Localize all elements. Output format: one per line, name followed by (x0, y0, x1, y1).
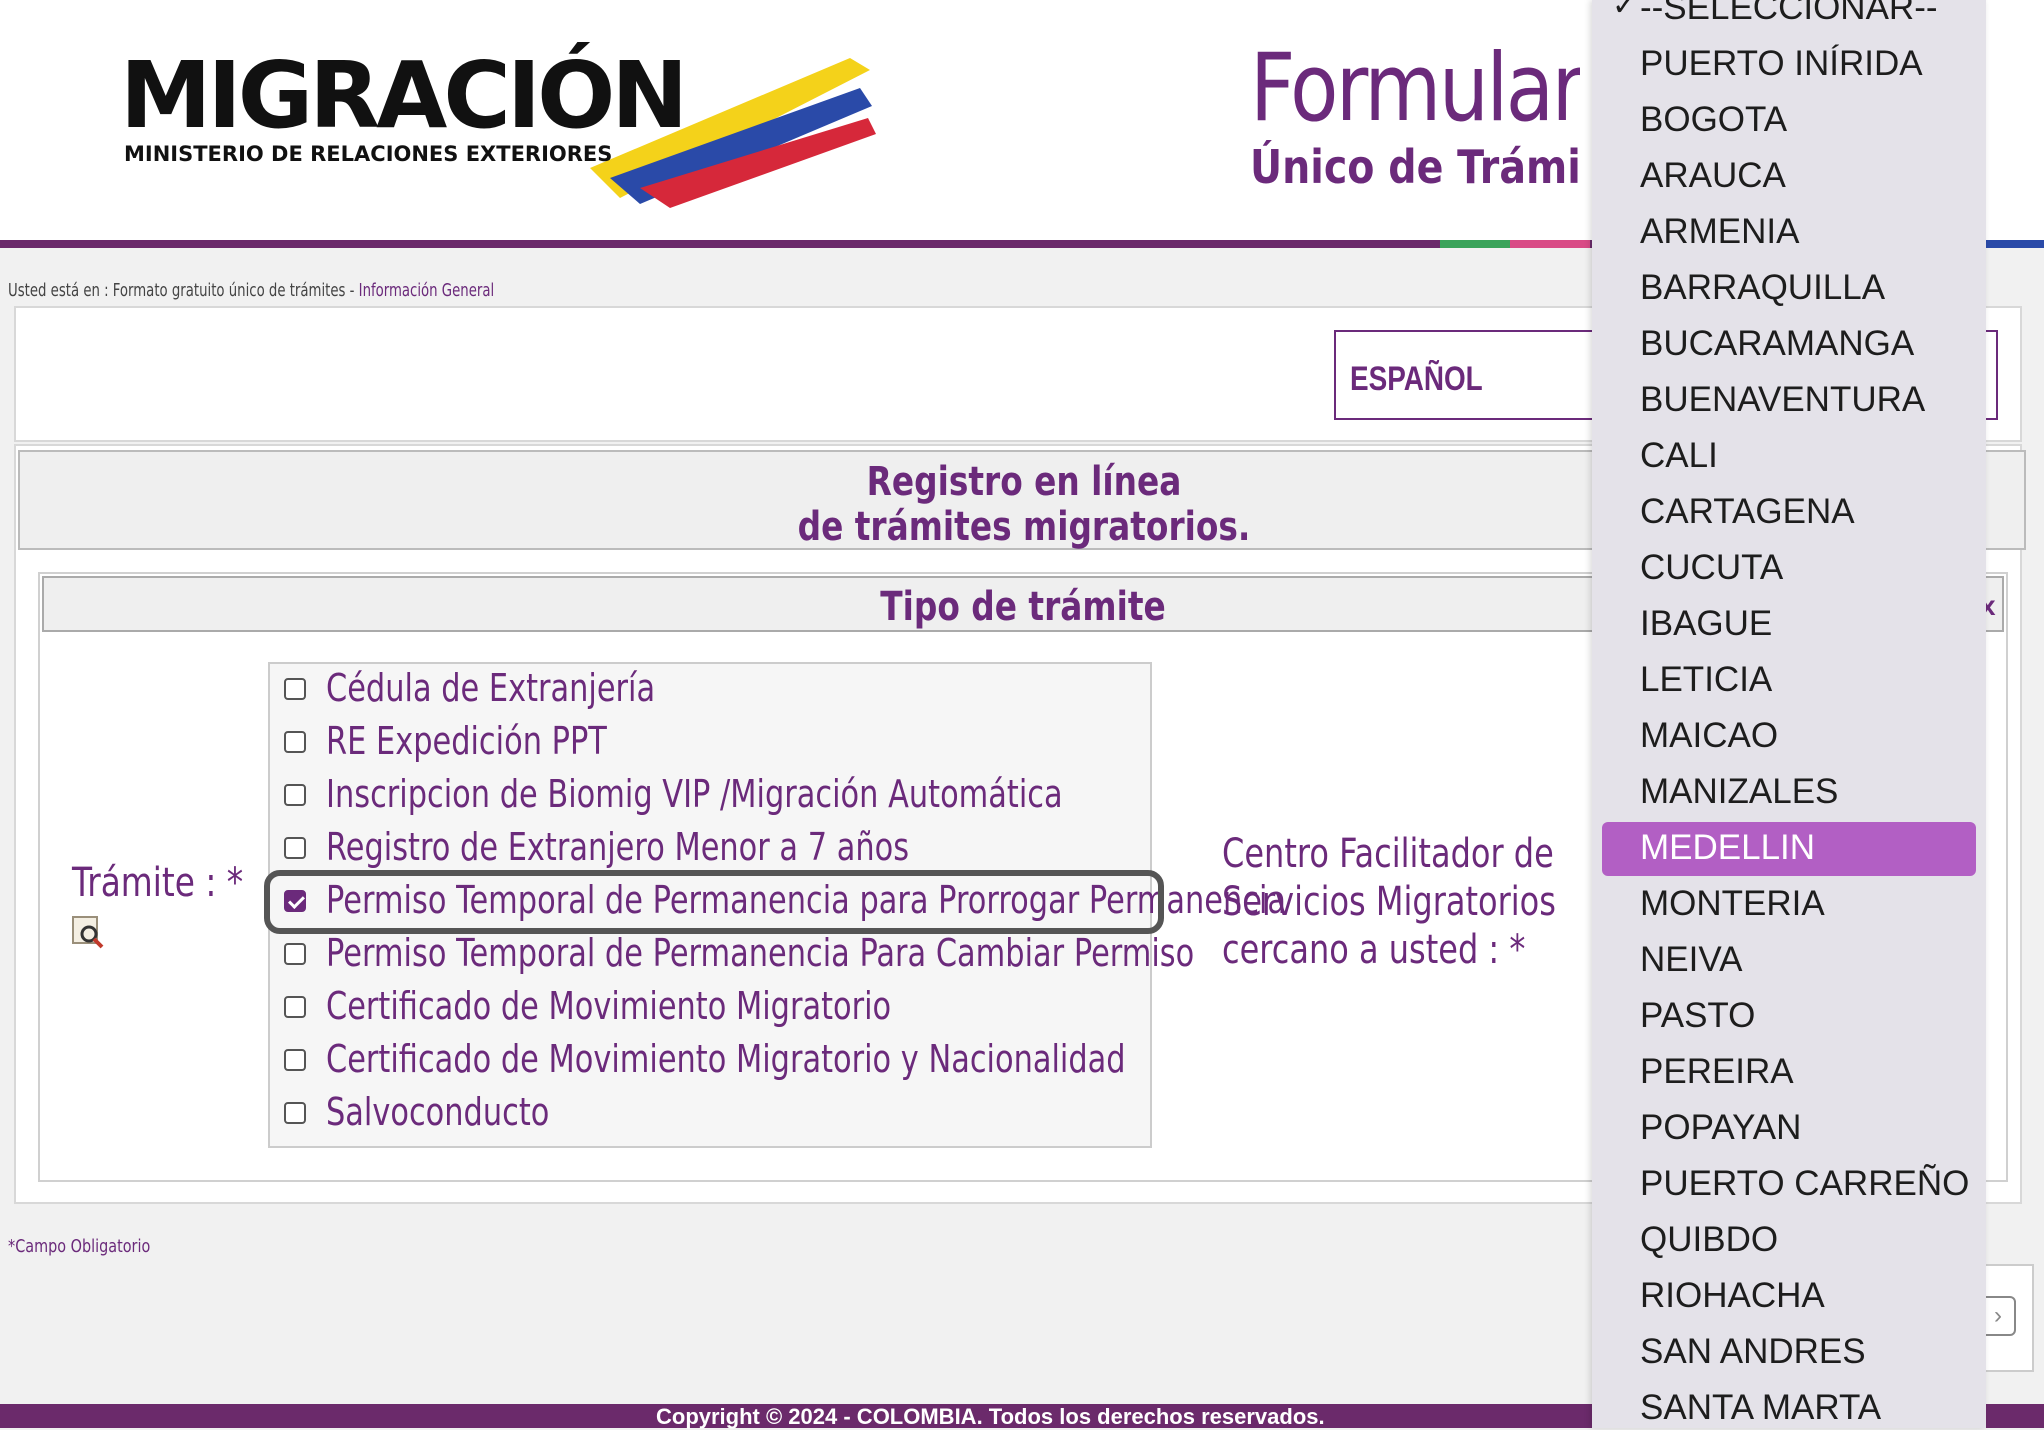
checkbox[interactable] (284, 943, 306, 965)
dropdown-option-label: ARAUCA (1640, 156, 1786, 195)
dropdown-option-label: PEREIRA (1640, 1052, 1794, 1091)
checkbox[interactable] (284, 996, 306, 1018)
dropdown-option-label: BOGOTA (1640, 100, 1788, 139)
dropdown-option[interactable]: PEREIRA (1592, 1046, 1986, 1102)
dropdown-option[interactable]: ARMENIA (1592, 206, 1986, 262)
dropdown-option[interactable]: PASTO (1592, 990, 1986, 1046)
migracion-logo[interactable]: MIGRACIÓN MINISTERIO DE RELACIONES EXTER… (120, 40, 876, 208)
dropdown-option[interactable]: BARRAQUILLA (1592, 262, 1986, 318)
dropdown-option-label: IBAGUE (1640, 604, 1773, 643)
checkbox[interactable] (284, 731, 306, 753)
breadcrumb: Usted está en : Formato gratuito único d… (8, 280, 494, 301)
dropdown-option-label: PUERTO INÍRIDA (1640, 44, 1923, 83)
dropdown-option[interactable]: ✓ --SELECCIONAR-- (1592, 0, 1986, 38)
dropdown-option-label: CALI (1640, 436, 1718, 475)
form-title: Formular Único de Trámi (1250, 42, 1580, 194)
dropdown-option[interactable]: NEIVA (1592, 934, 1986, 990)
dropdown-option-label: BUCARAMANGA (1640, 324, 1915, 363)
dropdown-option[interactable]: QUIBDO (1592, 1214, 1986, 1270)
dropdown-option-label: PUERTO CARREÑO (1640, 1164, 1970, 1203)
centro-label-line3: cercano a usted : * (1222, 927, 1526, 973)
dropdown-option-label: BUENAVENTURA (1640, 380, 1926, 419)
dropdown-option[interactable]: PUERTO CARREÑO (1592, 1158, 1986, 1214)
logo-subtitle: MINISTERIO DE RELACIONES EXTERIORES (124, 142, 613, 166)
dropdown-option-label: PASTO (1640, 996, 1756, 1035)
dropdown-option-label: ARMENIA (1640, 212, 1800, 251)
checkbox[interactable] (284, 1102, 306, 1124)
checkbox[interactable] (284, 837, 306, 859)
dropdown-option[interactable]: CALI (1592, 430, 1986, 486)
centro-dropdown-list[interactable]: ✓ --SELECCIONAR-- PUERTO INÍRIDA BOGOTA … (1592, 0, 1986, 1428)
tramite-option-label: Certificado de Movimiento Migratorio (326, 984, 892, 1028)
campo-obligatorio-note: *Campo Obligatorio (8, 1236, 151, 1257)
dropdown-option[interactable]: BUENAVENTURA (1592, 374, 1986, 430)
dropdown-option[interactable]: MAICAO (1592, 710, 1986, 766)
dropdown-option-label: SAN ANDRES (1640, 1332, 1866, 1371)
dropdown-option-label: MEDELLIN (1640, 828, 1816, 867)
dropdown-option-label: MANIZALES (1640, 772, 1839, 811)
dropdown-option-label: MONTERIA (1640, 884, 1825, 923)
dropdown-option-label: LETICIA (1640, 660, 1773, 699)
centro-facilitador-label: Centro Facilitador de Servicios Migrator… (1222, 830, 1556, 974)
dropdown-option[interactable]: POPAYAN (1592, 1102, 1986, 1158)
search-icon[interactable] (72, 916, 106, 950)
dropdown-option[interactable]: LETICIA (1592, 654, 1986, 710)
tramite-option-label: Certificado de Movimiento Migratorio y N… (326, 1037, 1126, 1081)
footer-copyright: Copyright © 2024 - COLOMBIA. Todos los d… (656, 1404, 1325, 1429)
centro-label-line2: Servicios Migratorios (1222, 879, 1556, 925)
dropdown-option[interactable]: CUCUTA (1592, 542, 1986, 598)
header-color-strip-pink (1510, 240, 1590, 248)
dropdown-option[interactable]: PUERTO INÍRIDA (1592, 38, 1986, 94)
tramite-option-label: Permiso Temporal de Permanencia Para Cam… (326, 931, 1195, 975)
selection-highlight-ring (264, 870, 1164, 934)
centro-label-line1: Centro Facilitador de (1222, 831, 1554, 877)
tramite-option-label: Inscripcion de Biomig VIP /Migración Aut… (326, 772, 1063, 816)
dropdown-option-label: SANTA MARTA (1640, 1388, 1882, 1427)
dropdown-option-label: MAICAO (1640, 716, 1779, 755)
header-color-strip-blue (1986, 240, 2044, 248)
checkbox[interactable] (284, 1049, 306, 1071)
logo-word: MIGRACIÓN (120, 42, 688, 149)
dropdown-option[interactable]: MONTERIA (1592, 878, 1986, 934)
dropdown-option-label: CARTAGENA (1640, 492, 1855, 531)
dropdown-option[interactable]: BOGOTA (1592, 94, 1986, 150)
dropdown-option[interactable]: IBAGUE (1592, 598, 1986, 654)
dropdown-option[interactable]: CARTAGENA (1592, 486, 1986, 542)
tramite-option-label: Salvoconducto (326, 1090, 550, 1134)
dropdown-option[interactable]: SANTA MARTA (1592, 1382, 1986, 1428)
checkbox[interactable] (284, 784, 306, 806)
checkmark-icon: ✓ (1612, 0, 1638, 22)
dropdown-option[interactable]: MANIZALES (1592, 766, 1986, 822)
tipo-tramite-title: Tipo de trámite (880, 584, 1166, 630)
dropdown-option[interactable]: BUCARAMANGA (1592, 318, 1986, 374)
tramite-option-label: Registro de Extranjero Menor a 7 años (326, 825, 910, 869)
dropdown-option[interactable]: ARAUCA (1592, 150, 1986, 206)
dropdown-option-label: QUIBDO (1640, 1220, 1779, 1259)
dropdown-option-label: RIOHACHA (1640, 1276, 1825, 1315)
header-color-strip-green (1440, 240, 1510, 248)
dropdown-option-label: BARRAQUILLA (1640, 268, 1886, 307)
dropdown-option-label: CUCUTA (1640, 548, 1784, 587)
dropdown-option[interactable]: SAN ANDRES (1592, 1326, 1986, 1382)
language-selected: ESPAÑOL (1350, 360, 1483, 398)
tramite-option-label: RE Expedición PPT (326, 719, 607, 763)
form-title-line1: Formular (1250, 42, 1580, 143)
dropdown-option-label: POPAYAN (1640, 1108, 1802, 1147)
dropdown-option-selected[interactable]: MEDELLIN (1592, 822, 1986, 878)
tramite-label: Trámite : * (72, 860, 244, 906)
breadcrumb-prefix: Usted está en : Formato gratuito único d… (8, 280, 359, 301)
dropdown-option-label: NEIVA (1640, 940, 1743, 979)
breadcrumb-link[interactable]: Información General (359, 280, 494, 301)
dropdown-option-label: --SELECCIONAR-- (1640, 0, 1938, 27)
checkbox[interactable] (284, 678, 306, 700)
form-title-line2: Único de Trámi (1250, 140, 1580, 194)
dropdown-option[interactable]: RIOHACHA (1592, 1270, 1986, 1326)
tramite-option-label: Cédula de Extranjería (326, 666, 656, 710)
